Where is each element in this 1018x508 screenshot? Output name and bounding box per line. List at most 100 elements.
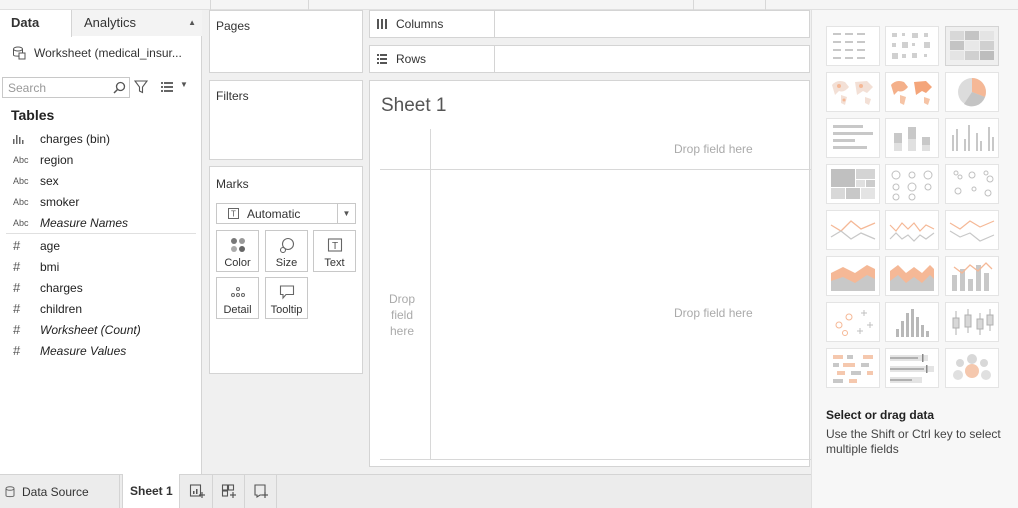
field-age[interactable]: # age — [0, 235, 202, 256]
histogram-thumbnail[interactable] — [885, 302, 939, 342]
field-label: charges (bin) — [40, 131, 111, 146]
chevron-down-icon[interactable]: ▼ — [180, 80, 188, 89]
stacked-bars-thumbnail[interactable] — [885, 118, 939, 158]
field-sex[interactable]: Abc sex — [0, 170, 202, 191]
highlight-table-thumbnail[interactable] — [945, 26, 999, 66]
box-and-whisker-icon — [952, 309, 994, 335]
show-me-title: Select or drag data — [826, 408, 935, 422]
text-icon: T — [327, 238, 343, 252]
columns-shelf[interactable]: Columns — [369, 10, 810, 38]
horizontal-bars-thumbnail[interactable] — [826, 118, 880, 158]
marks-title: Marks — [216, 177, 249, 191]
new-worksheet-icon[interactable] — [189, 483, 205, 499]
field-smoker[interactable]: Abc smoker — [0, 191, 202, 212]
size-button[interactable]: Size — [265, 230, 308, 272]
field-label: Measure Values — [40, 343, 127, 358]
symbol-map-thumbnail[interactable] — [826, 72, 880, 112]
field-label: children — [40, 301, 83, 316]
gantt-chart-thumbnail[interactable] — [826, 348, 880, 388]
area-discrete-thumbnail[interactable] — [885, 256, 939, 296]
circle-view-thumbnail[interactable] — [885, 164, 939, 204]
tab-analytics[interactable]: Analytics ▲ — [72, 10, 202, 36]
treemap-thumbnail[interactable] — [826, 164, 880, 204]
tab-divider — [276, 475, 277, 508]
box-and-whisker-thumbnail[interactable] — [945, 302, 999, 342]
bullet-graph-icon — [890, 354, 934, 383]
data-pane: Data Analytics ▲ Worksheet (medical_insu… — [0, 10, 202, 474]
columns-shelf-label: Columns — [370, 11, 495, 37]
filled-map-thumbnail[interactable] — [885, 72, 939, 112]
dual-lines-icon — [949, 220, 995, 242]
toolbar-divider — [693, 0, 694, 10]
hash-icon: # — [13, 301, 21, 316]
search-input[interactable]: Search — [2, 77, 130, 98]
color-icon — [231, 238, 245, 252]
tab-scroll-arrows-icon[interactable]: ▲ — [188, 10, 196, 36]
lines-discrete-thumbnail[interactable] — [885, 210, 939, 250]
drop-zone-columns[interactable]: Drop field here — [674, 142, 753, 156]
view-list-icon[interactable] — [160, 80, 174, 94]
tab-sheet-1[interactable]: Sheet 1 — [122, 474, 180, 508]
scatter-plot-thumbnail[interactable] — [826, 302, 880, 342]
color-label: Color — [224, 257, 251, 269]
tab-data-source[interactable]: Data Source — [0, 475, 120, 508]
field-region[interactable]: Abc region — [0, 149, 202, 170]
dual-combination-thumbnail[interactable] — [945, 256, 999, 296]
heat-map-thumbnail[interactable] — [885, 26, 939, 66]
toolbar-divider — [308, 0, 309, 10]
show-me-description: Use the Shift or Ctrl key to select mult… — [826, 427, 1001, 456]
field-measure-values[interactable]: # Measure Values — [0, 340, 202, 361]
toolbar-divider — [210, 0, 211, 10]
side-by-side-bars-thumbnail[interactable] — [945, 118, 999, 158]
size-icon — [279, 237, 295, 253]
bin-icon — [13, 134, 24, 144]
field-bmi[interactable]: # bmi — [0, 256, 202, 277]
bullet-graph-thumbnail[interactable] — [885, 348, 939, 388]
new-dashboard-icon[interactable] — [221, 483, 237, 499]
mark-type-dropdown[interactable]: T Automatic ▼ — [216, 203, 356, 224]
field-measure-names[interactable]: Abc Measure Names — [0, 212, 202, 233]
pages-shelf[interactable]: Pages — [209, 10, 363, 73]
field-children[interactable]: # children — [0, 298, 202, 319]
area-continuous-thumbnail[interactable] — [826, 256, 880, 296]
color-button[interactable]: Color — [216, 230, 259, 272]
dimensions-measures-divider — [6, 233, 196, 234]
detail-label: Detail — [223, 304, 252, 316]
hash-icon: # — [13, 280, 21, 295]
rows-shelf[interactable]: Rows — [369, 45, 810, 73]
detail-button[interactable]: Detail — [216, 277, 259, 319]
abc-icon: Abc — [13, 217, 29, 228]
drop-zone-view[interactable]: Drop field here — [674, 306, 753, 320]
field-worksheet-count[interactable]: # Worksheet (Count) — [0, 319, 202, 340]
search-icon[interactable] — [113, 81, 126, 94]
marks-card: Marks T Automatic ▼ Color Size T Text De… — [209, 166, 363, 374]
field-charges[interactable]: # charges — [0, 277, 202, 298]
drop-zone-rows[interactable]: Drop field here — [384, 291, 420, 339]
side-by-side-bars-icon — [952, 125, 994, 151]
text-button[interactable]: T Text — [313, 230, 356, 272]
field-charges-bin[interactable]: charges (bin) — [0, 128, 202, 149]
filters-shelf[interactable]: Filters — [209, 80, 363, 160]
sheet-title[interactable]: Sheet 1 — [381, 95, 447, 117]
tooltip-button[interactable]: Tooltip — [265, 277, 308, 319]
text-table-thumbnail[interactable] — [826, 26, 880, 66]
tab-data[interactable]: Data — [0, 10, 72, 37]
rows-label: Rows — [396, 52, 427, 66]
chevron-down-icon[interactable]: ▼ — [337, 204, 355, 223]
lines-continuous-thumbnail[interactable] — [826, 210, 880, 250]
packed-bubbles-thumbnail[interactable] — [945, 348, 999, 388]
dual-lines-thumbnail[interactable] — [945, 210, 999, 250]
tab-analytics-label: Analytics — [84, 15, 137, 30]
lines-discrete-icon — [889, 222, 935, 242]
abc-icon: Abc — [13, 175, 29, 186]
tab-sheet-1-label: Sheet 1 — [130, 484, 173, 498]
side-by-side-circles-thumbnail[interactable] — [945, 164, 999, 204]
tooltip-label: Tooltip — [270, 304, 303, 316]
new-story-icon[interactable] — [253, 483, 269, 499]
datasource-item[interactable]: Worksheet (medical_insur... — [0, 38, 202, 68]
dual-combination-icon — [952, 262, 993, 291]
detail-icon — [231, 287, 245, 297]
filter-icon[interactable] — [134, 80, 148, 94]
tab-divider — [212, 475, 213, 508]
pie-chart-thumbnail[interactable] — [945, 72, 999, 112]
